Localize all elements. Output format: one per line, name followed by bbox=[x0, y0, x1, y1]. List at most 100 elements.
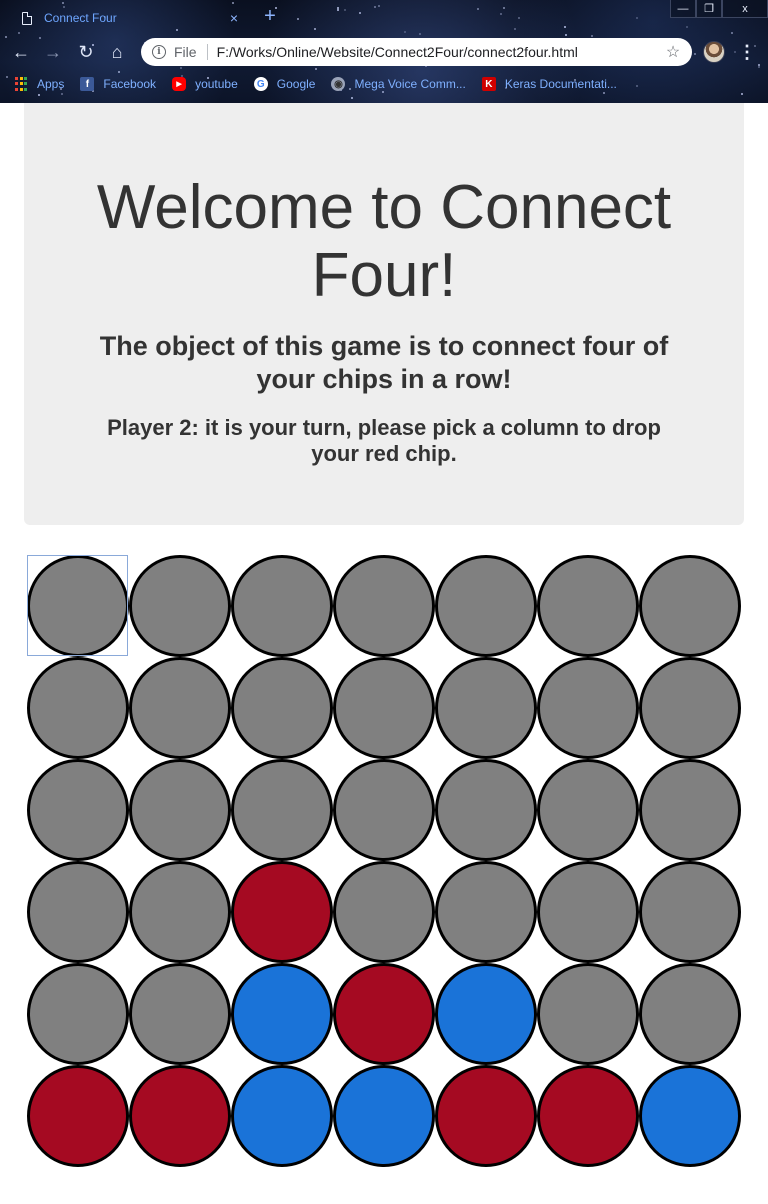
star-dot bbox=[374, 6, 376, 8]
minimize-button[interactable]: — bbox=[670, 0, 696, 18]
board-cell-empty[interactable] bbox=[27, 861, 129, 963]
board-cell-empty[interactable] bbox=[435, 759, 537, 861]
board-cell-empty[interactable] bbox=[27, 759, 129, 861]
star-dot bbox=[518, 17, 520, 19]
star-dot bbox=[591, 35, 593, 37]
board-cell-empty[interactable] bbox=[129, 759, 231, 861]
browser-tab[interactable]: Connect Four × bbox=[10, 4, 250, 32]
star-dot bbox=[315, 68, 317, 70]
new-tab-button[interactable]: + bbox=[262, 6, 278, 26]
board-cell-empty[interactable] bbox=[537, 555, 639, 657]
star-dot bbox=[565, 34, 567, 36]
bookmark-label: Facebook bbox=[103, 77, 157, 91]
mega-voice-icon: ◉ bbox=[331, 77, 346, 91]
board-cell-empty[interactable] bbox=[129, 861, 231, 963]
board-cell-red[interactable] bbox=[27, 1065, 129, 1167]
address-bar[interactable]: i File F:/Works/Online/Website/Connect2F… bbox=[141, 38, 692, 66]
board-cell-empty[interactable] bbox=[27, 555, 129, 657]
apps-grid-icon bbox=[14, 77, 28, 91]
board-cell-empty[interactable] bbox=[537, 861, 639, 963]
board-cell-blue[interactable] bbox=[435, 963, 537, 1065]
profile-avatar[interactable] bbox=[703, 41, 725, 63]
star-dot bbox=[314, 28, 316, 30]
bookmarks-bar: Apps f Facebook ▶ youtube G Google ◉ Meg… bbox=[0, 72, 768, 96]
board-cell-red[interactable] bbox=[129, 1065, 231, 1167]
bookmark-google[interactable]: G Google bbox=[253, 77, 316, 91]
board-cell-empty[interactable] bbox=[27, 657, 129, 759]
star-dot bbox=[503, 7, 505, 9]
google-icon: G bbox=[253, 77, 268, 91]
bookmark-facebook[interactable]: f Facebook bbox=[80, 77, 156, 91]
window-controls: — ❐ x bbox=[670, 0, 768, 18]
board-cell-red[interactable] bbox=[537, 1065, 639, 1167]
star-dot bbox=[564, 26, 566, 28]
board-cell-empty[interactable] bbox=[129, 963, 231, 1065]
board-cell-empty[interactable] bbox=[129, 657, 231, 759]
board-cell-empty[interactable] bbox=[639, 861, 741, 963]
board-cell-blue[interactable] bbox=[639, 1065, 741, 1167]
board-cell-empty[interactable] bbox=[27, 963, 129, 1065]
board-cell-empty[interactable] bbox=[537, 963, 639, 1065]
tab-title: Connect Four bbox=[44, 11, 117, 25]
restore-button[interactable]: ❐ bbox=[696, 0, 722, 18]
back-arrow-icon[interactable]: ← bbox=[9, 40, 33, 64]
board-cell-empty[interactable] bbox=[639, 555, 741, 657]
board-cell-empty[interactable] bbox=[639, 657, 741, 759]
info-icon[interactable]: i bbox=[152, 45, 166, 59]
bookmark-star-icon[interactable]: ☆ bbox=[662, 42, 684, 62]
bookmark-label: youtube bbox=[195, 77, 238, 91]
star-dot bbox=[359, 12, 361, 14]
star-dot bbox=[344, 9, 346, 11]
bookmark-keras[interactable]: K Keras Documentati... bbox=[481, 77, 617, 91]
address-divider bbox=[206, 44, 208, 60]
browser-chrome: Connect Four × + — ❐ x ← → ↻ ⌂ i File F:… bbox=[0, 0, 768, 103]
board-cell-red[interactable] bbox=[435, 1065, 537, 1167]
bookmark-label: Google bbox=[276, 77, 316, 91]
board-cell-empty[interactable] bbox=[639, 963, 741, 1065]
board-cell-blue[interactable] bbox=[333, 1065, 435, 1167]
board-cell-empty[interactable] bbox=[639, 759, 741, 861]
star-dot bbox=[18, 32, 20, 34]
star-dot bbox=[514, 28, 516, 30]
star-dot bbox=[500, 13, 502, 15]
board-cell-empty[interactable] bbox=[231, 657, 333, 759]
board-cell-empty[interactable] bbox=[129, 555, 231, 657]
forward-arrow-icon[interactable]: → bbox=[41, 40, 65, 64]
board-cell-empty[interactable] bbox=[333, 555, 435, 657]
page-title: Welcome to Connect Four! bbox=[96, 173, 672, 310]
board-cell-empty[interactable] bbox=[333, 759, 435, 861]
document-icon bbox=[22, 11, 32, 25]
bookmark-youtube[interactable]: ▶ youtube bbox=[172, 77, 238, 91]
url-scheme: File bbox=[174, 44, 197, 60]
board-cell-empty[interactable] bbox=[333, 657, 435, 759]
board-cell-empty[interactable] bbox=[435, 657, 537, 759]
star-dot bbox=[404, 31, 406, 33]
reload-icon[interactable]: ↻ bbox=[74, 40, 98, 64]
board-cell-empty[interactable] bbox=[537, 759, 639, 861]
board-cell-empty[interactable] bbox=[231, 759, 333, 861]
star-dot bbox=[337, 9, 339, 11]
url-text[interactable]: F:/Works/Online/Website/Connect2Four/con… bbox=[217, 44, 662, 60]
bookmark-mega-voice[interactable]: ◉ Mega Voice Comm... bbox=[331, 77, 466, 91]
star-dot bbox=[337, 7, 339, 9]
board-cell-blue[interactable] bbox=[231, 963, 333, 1065]
board-cell-red[interactable] bbox=[333, 963, 435, 1065]
bookmark-label: Apps bbox=[37, 77, 65, 91]
home-icon[interactable]: ⌂ bbox=[105, 40, 129, 64]
star-dot bbox=[351, 97, 353, 99]
board-cell-empty[interactable] bbox=[537, 657, 639, 759]
browser-menu-icon[interactable]: ⋮ bbox=[738, 40, 756, 64]
board-cell-empty[interactable] bbox=[333, 861, 435, 963]
board-cell-empty[interactable] bbox=[435, 861, 537, 963]
star-dot bbox=[731, 32, 733, 34]
browser-toolbar: ← → ↻ ⌂ i File F:/Works/Online/Website/C… bbox=[0, 38, 768, 68]
board-cell-empty[interactable] bbox=[231, 555, 333, 657]
board-cell-empty[interactable] bbox=[435, 555, 537, 657]
bookmark-apps[interactable]: Apps bbox=[14, 77, 64, 91]
board-cell-blue[interactable] bbox=[231, 1065, 333, 1167]
close-window-button[interactable]: x bbox=[722, 0, 768, 18]
board-cell-red[interactable] bbox=[231, 861, 333, 963]
tab-close-button[interactable]: × bbox=[224, 10, 244, 26]
game-instructions: The object of this game is to connect fo… bbox=[99, 331, 669, 394]
turn-message: Player 2: it is your turn, please pick a… bbox=[107, 415, 661, 466]
